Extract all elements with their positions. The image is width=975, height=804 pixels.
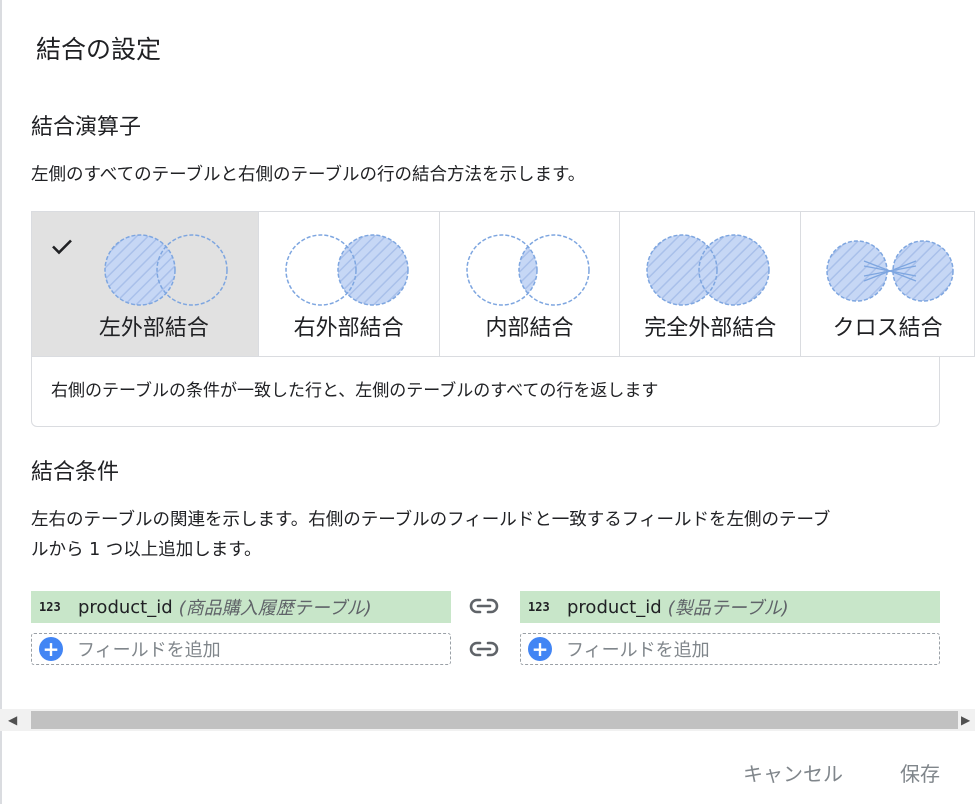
link-icon	[469, 598, 499, 614]
horizontal-scrollbar[interactable]: ◀ ▶	[0, 709, 975, 731]
dialog-left-border	[0, 0, 2, 804]
scroll-left-arrow-icon[interactable]: ◀	[8, 713, 17, 727]
left-join-venn-icon	[104, 234, 228, 306]
scrollbar-thumb[interactable]	[31, 711, 958, 729]
left-add-field-button[interactable]: + フィールドを追加	[31, 633, 451, 665]
join-type-label: 内部結合	[485, 316, 574, 341]
number-type-icon: 123	[528, 600, 550, 614]
cancel-button[interactable]: キャンセル	[743, 758, 843, 787]
operator-section-title: 結合演算子	[31, 115, 142, 140]
full-join-venn-icon	[646, 234, 771, 306]
add-field-label: フィールドを追加	[566, 640, 710, 661]
join-type-selector: 左外部結合 右外部結合 内部結合 完全外部結合 クロス結合	[31, 211, 975, 357]
add-circle-icon: +	[528, 637, 552, 661]
field-table: (商品購入履歴テーブル)	[178, 598, 372, 619]
join-type-label: 左外部結合	[98, 316, 209, 341]
dialog-title: 結合の設定	[36, 35, 162, 64]
join-type-label: 右外部結合	[293, 316, 404, 341]
field-table: (製品テーブル)	[667, 598, 789, 619]
join-type-label: 完全外部結合	[644, 316, 777, 341]
condition-section-title: 結合条件	[31, 460, 120, 485]
add-field-label: フィールドを追加	[77, 640, 221, 661]
inner-join-venn-icon	[465, 234, 590, 306]
join-type-label: クロス結合	[832, 316, 943, 341]
join-type-explanation: 右側のテーブルの条件が一致した行と、左側のテーブルのすべての行を返します	[51, 381, 659, 401]
join-type-cross[interactable]: クロス結合	[801, 212, 975, 356]
number-type-icon: 123	[39, 600, 61, 614]
join-type-right-outer[interactable]: 右外部結合	[259, 212, 440, 356]
right-join-field[interactable]: 123 product_id (製品テーブル)	[520, 591, 940, 623]
operator-section-description: 左側のすべてのテーブルと右側のテーブルの行の結合方法を示します。	[31, 165, 586, 185]
cross-join-venn-icon	[826, 240, 954, 302]
field-name: product_id	[78, 596, 173, 618]
condition-description-line1: 左右のテーブルの関連を示します。右側のテーブルのフィールドと一致するフィールドを…	[31, 510, 831, 530]
check-icon	[52, 239, 72, 255]
scroll-right-arrow-icon[interactable]: ▶	[961, 713, 970, 727]
right-join-venn-icon	[285, 234, 409, 306]
join-type-left-outer[interactable]: 左外部結合	[32, 212, 259, 356]
right-add-field-button[interactable]: + フィールドを追加	[520, 633, 940, 665]
condition-description-line2: ルから 1 つ以上追加します。	[31, 540, 262, 560]
field-name: product_id	[567, 596, 662, 618]
left-join-field[interactable]: 123 product_id (商品購入履歴テーブル)	[31, 591, 451, 623]
link-icon	[469, 641, 499, 657]
save-button[interactable]: 保存	[900, 758, 940, 787]
join-type-full-outer[interactable]: 完全外部結合	[620, 212, 802, 356]
join-type-inner[interactable]: 内部結合	[440, 212, 621, 356]
add-circle-icon: +	[39, 637, 63, 661]
